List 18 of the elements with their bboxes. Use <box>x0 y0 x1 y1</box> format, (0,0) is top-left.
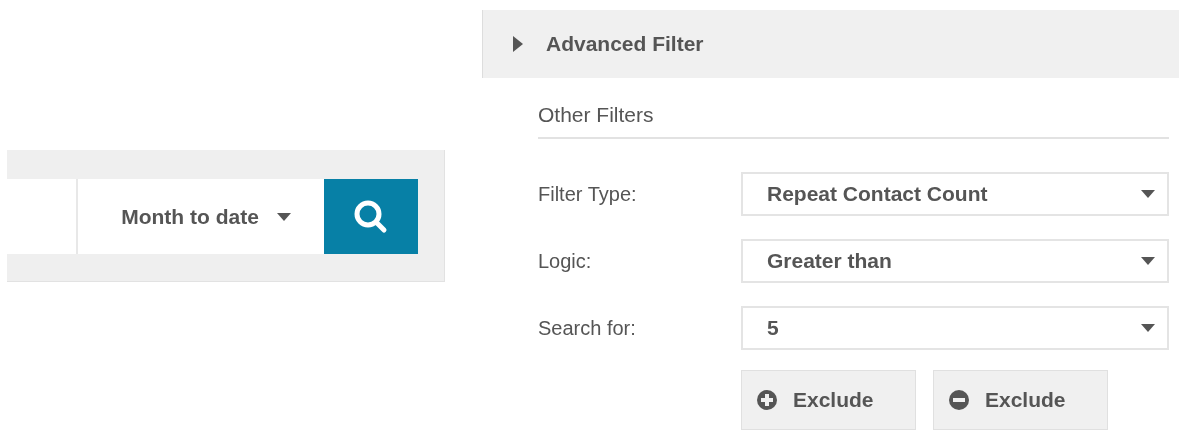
minus-circle-icon <box>949 390 969 410</box>
caret-icon <box>1141 190 1155 198</box>
exclude-button[interactable]: Exclude <box>741 370 916 430</box>
advanced-filter-header[interactable]: Advanced Filter <box>482 10 1179 78</box>
date-range-dropdown[interactable]: Month to date <box>78 179 324 254</box>
plus-circle-icon <box>757 390 777 410</box>
section-heading: Other Filters <box>538 102 654 128</box>
field-label: Logic: <box>538 249 593 273</box>
caret-icon <box>1141 324 1155 332</box>
search-button[interactable] <box>324 179 418 254</box>
caret-icon <box>276 212 291 221</box>
field-label: Search for: <box>538 316 637 340</box>
exclude-button[interactable]: Exclude <box>933 370 1108 430</box>
dropdown[interactable]: Repeat Contact Count <box>741 172 1169 216</box>
field-label: Filter Type: <box>538 182 638 206</box>
dropdown[interactable]: 5 <box>741 306 1169 350</box>
caret-icon <box>1141 257 1155 265</box>
dropdown[interactable]: Greater than <box>741 239 1169 283</box>
